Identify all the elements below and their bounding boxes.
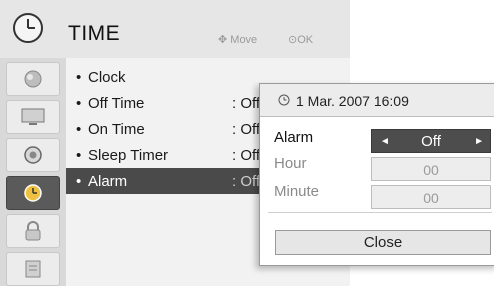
- tab-time[interactable]: [6, 176, 60, 210]
- menu-item-label: Alarm: [88, 173, 128, 190]
- arrow-right-icon[interactable]: ►: [474, 130, 484, 154]
- bullet: •: [76, 69, 82, 86]
- menu-header: TIME ✥ Move ⊙OK: [0, 0, 350, 58]
- close-button[interactable]: Close: [275, 230, 491, 255]
- tab-option[interactable]: [6, 252, 60, 286]
- move-arrows-icon: ✥: [218, 34, 228, 46]
- tab-screen[interactable]: [6, 100, 60, 134]
- bullet: •: [76, 121, 82, 138]
- move-hint: ✥ Move: [218, 33, 257, 46]
- clock-tab-icon: [24, 184, 42, 202]
- alarm-label: Alarm: [274, 129, 314, 146]
- bullet: •: [76, 147, 82, 164]
- menu-item-label: Off Time: [88, 95, 145, 112]
- menu-item-value: : Off: [232, 173, 261, 190]
- clock-small-icon: [278, 94, 290, 106]
- ok-hint: ⊙OK: [288, 33, 313, 46]
- alarm-popup: 1 Mar. 2007 16:09 Alarm ◄ Off ► Hour 00 …: [259, 83, 494, 266]
- option-icon: [25, 260, 41, 278]
- menu-item-value: : Off: [232, 121, 261, 138]
- minute-label: Minute: [274, 183, 320, 200]
- menu-item-value: : Off: [232, 95, 261, 112]
- menu-item-label: Clock: [88, 69, 126, 86]
- popup-header: 1 Mar. 2007 16:09: [260, 84, 494, 117]
- tab-picture[interactable]: [6, 62, 60, 96]
- menu-item-value: : Off: [232, 147, 261, 164]
- divider: [268, 212, 492, 213]
- speaker-icon: [24, 146, 42, 164]
- menu-item-label: Sleep Timer: [88, 147, 169, 164]
- tab-lock[interactable]: [6, 214, 60, 248]
- bullet: •: [76, 95, 82, 112]
- lock-icon: [25, 221, 41, 241]
- alarm-value: Off: [421, 133, 441, 150]
- picture-icon: [24, 70, 42, 88]
- minute-field[interactable]: 00: [371, 185, 491, 209]
- arrow-left-icon[interactable]: ◄: [380, 130, 390, 154]
- hour-field[interactable]: 00: [371, 157, 491, 181]
- clock-icon: [13, 13, 43, 43]
- page-title: TIME: [68, 22, 121, 45]
- current-datetime: 1 Mar. 2007 16:09: [296, 93, 409, 109]
- tab-audio[interactable]: [6, 138, 60, 172]
- hour-label: Hour: [274, 155, 307, 172]
- category-sidebar: [0, 58, 66, 286]
- menu-item-label: On Time: [88, 121, 145, 138]
- bullet: •: [76, 173, 82, 190]
- ok-button-icon: ⊙: [288, 34, 298, 46]
- move-hint-label: Move: [230, 34, 258, 46]
- monitor-icon: [21, 108, 45, 125]
- alarm-selector[interactable]: ◄ Off ►: [371, 129, 491, 153]
- ok-hint-label: OK: [297, 34, 314, 46]
